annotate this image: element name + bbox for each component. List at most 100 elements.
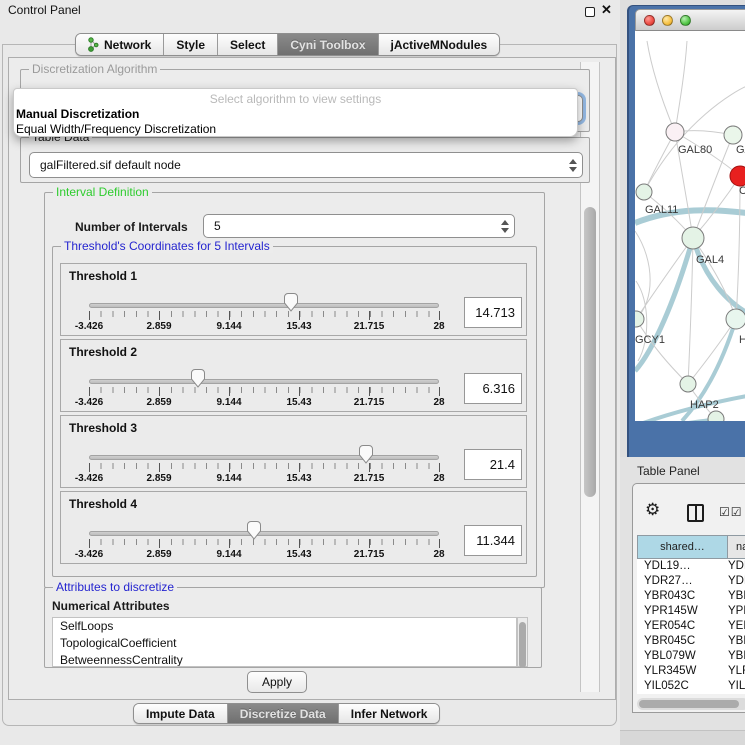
threshold-2-value-field[interactable]: 6.316 — [464, 373, 522, 404]
table-horizontal-scrollbar[interactable] — [637, 698, 745, 710]
cell[interactable]: YIL052C — [637, 679, 728, 694]
table-row[interactable]: YDL19…YDL1 — [637, 559, 745, 574]
attributes-list-scrollbar-thumb[interactable] — [519, 622, 526, 668]
combo-stepper-icon — [564, 159, 582, 172]
table-row[interactable]: YIL052CYIL0 — [637, 679, 745, 694]
tick-label: -3.426 — [75, 397, 103, 408]
table-row[interactable]: YDR27…YDR2 — [637, 574, 745, 589]
tick-label: 9.144 — [216, 549, 241, 560]
cell[interactable]: YLR3 — [728, 664, 745, 679]
table-row[interactable]: YPR145WYPR1 — [637, 604, 745, 619]
tick-label: 15.43 — [286, 397, 311, 408]
close-traffic-icon[interactable] — [644, 15, 655, 26]
tick-label: 28 — [433, 321, 444, 332]
slider-major-ticks — [89, 387, 440, 396]
gear-icon[interactable]: ⚙ — [645, 500, 660, 520]
column-header-shared-name[interactable]: shared… — [637, 535, 728, 559]
discretization-algorithm-label: Discretization Algorithm — [29, 62, 160, 76]
apply-button[interactable]: Apply — [247, 671, 307, 693]
tick-label: 9.144 — [216, 473, 241, 484]
tab-discretize-data[interactable]: Discretize Data — [228, 704, 339, 723]
tab-network[interactable]: Network — [76, 34, 164, 55]
threshold-4-value-field[interactable]: 11.344 — [464, 525, 522, 556]
checkbox-filter-icons[interactable]: ☑☑ — [719, 505, 743, 519]
panel-title: Control Panel — [8, 3, 81, 17]
slider-major-ticks — [89, 539, 440, 548]
threshold-3-value-field[interactable]: 21.4 — [464, 449, 522, 480]
threshold-3-slider-track[interactable] — [89, 455, 439, 460]
tick-label: 28 — [433, 549, 444, 560]
zoom-traffic-icon[interactable] — [680, 15, 691, 26]
tab-cyni-toolbox[interactable]: Cyni Toolbox — [278, 34, 378, 55]
node-gal11 — [636, 184, 652, 200]
close-icon[interactable]: ✕ — [601, 2, 612, 18]
threshold-4-slider-track[interactable] — [89, 531, 439, 536]
node-label: HAP2 — [690, 399, 719, 411]
cell[interactable]: YBR045C — [637, 634, 728, 649]
tick-label: -3.426 — [75, 549, 103, 560]
list-item[interactable]: SelfLoops — [53, 618, 516, 635]
attributes-list-scrollbar[interactable] — [517, 617, 528, 667]
cell[interactable]: YPR1 — [728, 604, 745, 619]
numerical-attributes-label: Numerical Attributes — [52, 599, 170, 613]
numerical-attributes-list[interactable]: SelfLoops TopologicalCoefficient Between… — [52, 617, 517, 667]
cell[interactable]: YBR0 — [728, 589, 745, 604]
cell[interactable]: YIL0 — [728, 679, 745, 694]
tab-impute-data-label: Impute Data — [146, 707, 215, 721]
node-label: H — [739, 334, 745, 346]
network-canvas[interactable]: GAL80 GA C GAL11 GAL4 GCY1 H HAP2 — [635, 31, 745, 421]
cell[interactable]: YDL19… — [637, 559, 728, 574]
node-label: GAL4 — [696, 254, 724, 266]
threshold-4-box: Threshold 4 -3.426 2.859 9.144 15.43 21.… — [60, 491, 527, 564]
node-gal4 — [682, 227, 704, 249]
menu-item-manual-discretization[interactable]: Manual Discretization — [16, 107, 139, 121]
cell[interactable]: YER0 — [728, 619, 745, 634]
minimize-traffic-icon[interactable] — [662, 15, 673, 26]
tick-label: -3.426 — [75, 473, 103, 484]
tab-impute-data[interactable]: Impute Data — [134, 704, 228, 723]
table-data-combobox[interactable]: galFiltered.sif default node — [29, 152, 583, 178]
number-of-intervals-value: 5 — [204, 219, 496, 233]
tab-infer-network[interactable]: Infer Network — [339, 704, 440, 723]
cell[interactable]: YLR345W — [637, 664, 728, 679]
cell[interactable]: YBL0 — [728, 649, 745, 664]
cell[interactable]: YDL1 — [728, 559, 745, 574]
list-item[interactable]: BetweennessCentrality — [53, 652, 516, 667]
table-horizontal-scrollbar-thumb[interactable] — [639, 700, 739, 708]
list-item[interactable]: TopologicalCoefficient — [53, 635, 516, 652]
panel-scrollbar-thumb[interactable] — [584, 207, 596, 497]
cell[interactable]: YER054C — [637, 619, 728, 634]
undock-icon[interactable] — [585, 7, 595, 17]
node-h — [726, 309, 745, 329]
tab-select[interactable]: Select — [218, 34, 278, 55]
threshold-2-box: Threshold 2 -3.426 2.859 9.144 15.43 21.… — [60, 339, 527, 412]
threshold-2-label: Threshold 2 — [69, 345, 137, 359]
threshold-1-value-field[interactable]: 14.713 — [464, 297, 522, 328]
tab-style[interactable]: Style — [164, 34, 218, 55]
tab-jactivemnodules[interactable]: jActiveMNodules — [379, 34, 500, 55]
cell[interactable]: YBL079W — [637, 649, 728, 664]
threshold-1-slider-track[interactable] — [89, 303, 439, 308]
table-row[interactable]: YBR045CYBR0 — [637, 634, 745, 649]
algorithm-hint: Select algorithm to view settings — [14, 92, 577, 106]
network-window-titlebar[interactable] — [635, 9, 745, 31]
tick-label: 28 — [433, 473, 444, 484]
threshold-2-slider-track[interactable] — [89, 379, 439, 384]
table-row[interactable]: YBL079WYBL0 — [637, 649, 745, 664]
menu-item-equal-width-frequency[interactable]: Equal Width/Frequency Discretization — [16, 122, 216, 136]
table-row[interactable]: YER054CYER0 — [637, 619, 745, 634]
threshold-1-box: Threshold 1 -3.426 2.859 9.144 15.43 21.… — [60, 263, 527, 336]
top-tab-strip: Network Style Select Cyni Toolbox jActiv… — [75, 33, 500, 56]
cell[interactable]: YDR2 — [728, 574, 745, 589]
cell[interactable]: YBR043C — [637, 589, 728, 604]
table-panel-footer — [620, 730, 745, 745]
split-view-icon[interactable] — [687, 504, 704, 522]
table-row[interactable]: YLR345WYLR3 — [637, 664, 745, 679]
cell[interactable]: YDR27… — [637, 574, 728, 589]
cell[interactable]: YPR145W — [637, 604, 728, 619]
number-of-intervals-combobox[interactable]: 5 — [203, 214, 515, 238]
tick-label: 2.859 — [146, 321, 171, 332]
column-header-name[interactable]: na — [728, 535, 745, 559]
table-row[interactable]: YBR043CYBR0 — [637, 589, 745, 604]
cell[interactable]: YBR0 — [728, 634, 745, 649]
